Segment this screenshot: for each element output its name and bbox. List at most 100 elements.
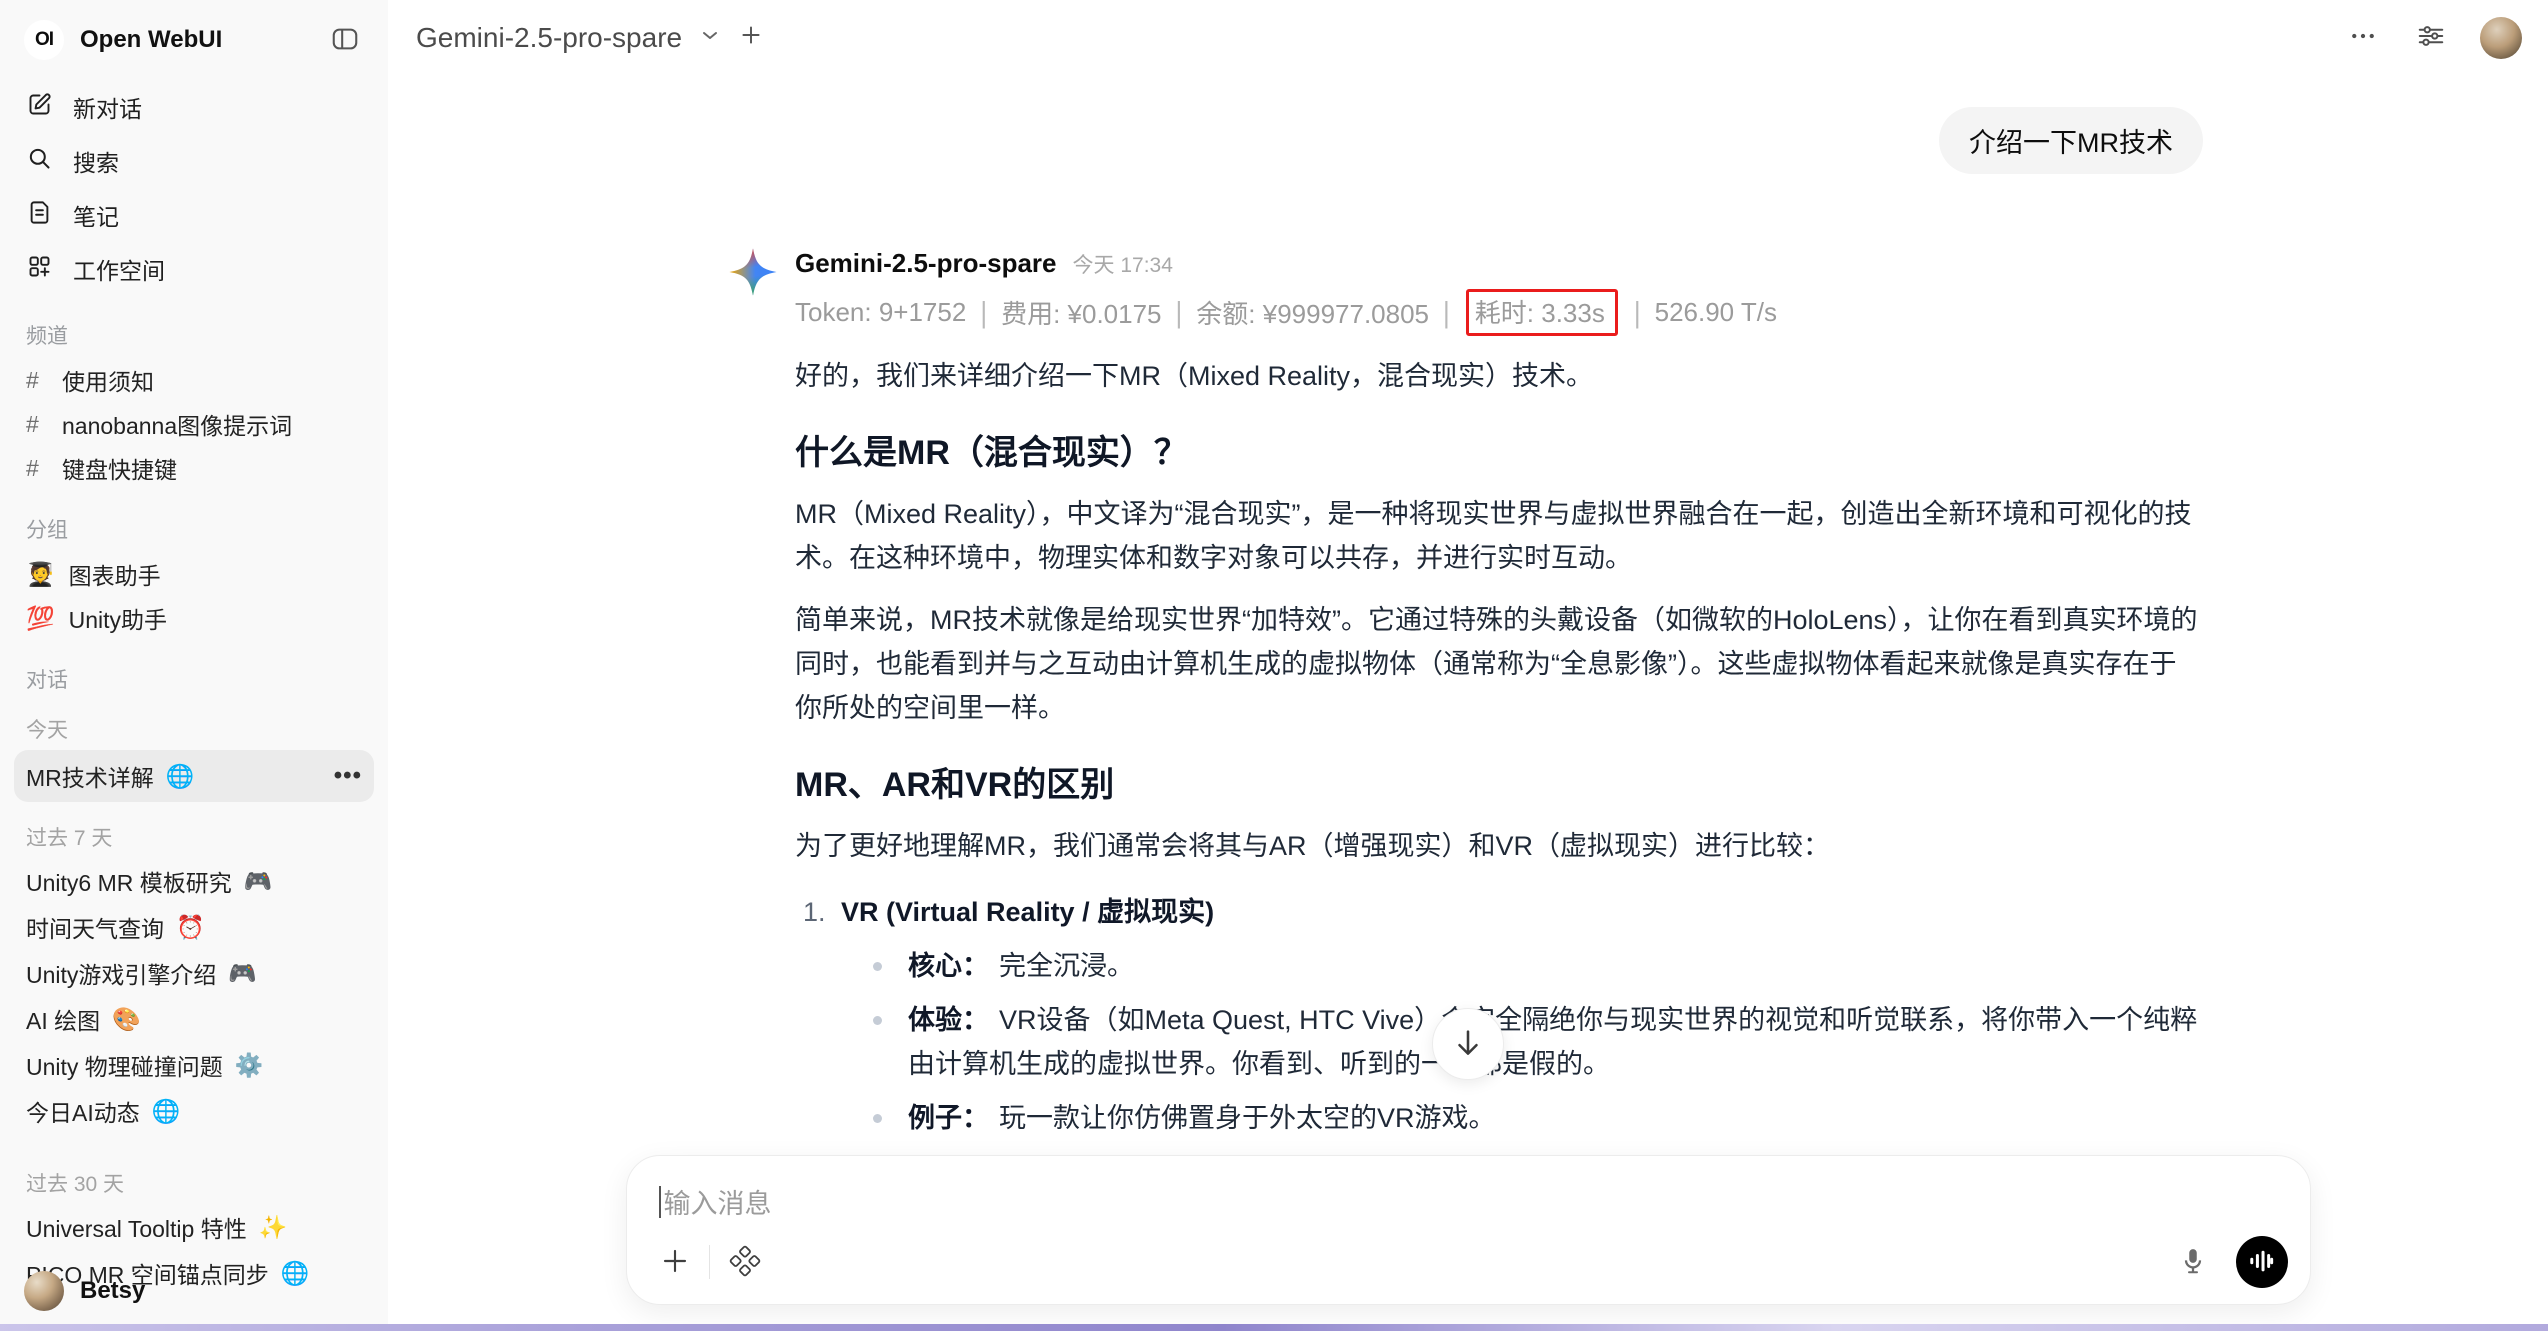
user-message-bubble: 介绍一下MR技术 [1939, 107, 2203, 174]
group-item[interactable]: 💯 Unity助手 [14, 596, 374, 640]
sidebar-item-search[interactable]: 搜索 [14, 134, 374, 188]
paragraph: 好的，我们来详细介绍一下MR（Mixed Reality，混合现实）技术。 [795, 354, 2203, 398]
sidebar-toggle-button[interactable] [326, 20, 364, 61]
channel-label: nanobanna图像提示词 [62, 407, 292, 441]
chat-title: AI 绘图 [26, 1002, 100, 1036]
sidebar-item-label: 笔记 [73, 198, 119, 232]
hash-icon: # [26, 455, 48, 482]
attach-button[interactable] [655, 1241, 695, 1284]
section-heading: MR、AR和VR的区别 [795, 764, 2203, 806]
main-header: Gemini-2.5-pro-spare [388, 0, 2548, 75]
chats-section-title: 对话 [14, 664, 374, 694]
sidebar: OI Open WebUI 新对话 [0, 0, 388, 1331]
list-number: 1. [803, 890, 841, 934]
new-chat-plus-icon[interactable] [738, 22, 764, 53]
sidebar-toggle-icon [330, 24, 360, 57]
group-label: 图表助手 [69, 557, 161, 591]
gamepad-emoji-icon: 🎮 [244, 868, 273, 895]
chat-title: 今日AI动态 [26, 1094, 140, 1128]
globe-emoji-icon: 🌐 [166, 763, 195, 790]
chat-group-label-past30: 过去 30 天 [14, 1168, 374, 1198]
channel-item[interactable]: # 使用须知 [14, 358, 374, 402]
list-item: 1. VR (Virtual Reality / 虚拟现实) 核心：完全沉浸。 [795, 890, 2203, 1140]
sidebar-item-workspace[interactable]: 工作空间 [14, 242, 374, 296]
avatar [24, 1271, 64, 1311]
chat-title: MR技术详解 [26, 759, 154, 793]
composer-area: 输入消息 [388, 1131, 2548, 1331]
avatar[interactable] [2480, 17, 2522, 59]
cost: 费用: ¥0.0175 [1001, 294, 1161, 331]
gamepad-emoji-icon: 🎮 [228, 960, 257, 987]
token-speed: 526.90 T/s [1655, 297, 1777, 328]
header-actions [2344, 17, 2522, 59]
hash-icon: # [26, 367, 48, 394]
sidebar-item-notes[interactable]: 笔记 [14, 188, 374, 242]
alarm-clock-emoji-icon: ⏰ [176, 914, 205, 941]
chat-item-menu-icon[interactable]: ••• [334, 762, 362, 790]
list-title: VR (Virtual Reality / 虚拟现实) [841, 890, 1214, 934]
chat-item-selected[interactable]: MR技术详解 🌐 ••• [14, 750, 374, 802]
channel-item[interactable]: # nanobanna图像提示词 [14, 402, 374, 446]
more-icon [2348, 21, 2378, 54]
chat-item[interactable]: Universal Tooltip 特性 ✨ [14, 1204, 374, 1250]
chat-title: Unity 物理碰撞问题 [26, 1048, 223, 1082]
group-item[interactable]: 🧑‍🎓 图表助手 [14, 552, 374, 596]
sidebar-item-label: 新对话 [73, 90, 142, 124]
controls-icon [2416, 21, 2446, 54]
bottom-accent-bar [0, 1324, 2548, 1331]
open-webui-app: OI Open WebUI 新对话 [0, 0, 2548, 1331]
input-placeholder: 输入消息 [664, 1182, 772, 1221]
chevron-down-icon [698, 23, 722, 52]
sidebar-item-new-chat[interactable]: 新对话 [14, 80, 374, 134]
assistant-header: Gemini-2.5-pro-spare 今天 17:34 [795, 248, 2203, 279]
message-input[interactable]: 输入消息 [627, 1156, 2310, 1221]
chat-item[interactable]: 时间天气查询 ⏰ [14, 904, 374, 950]
paragraph: 为了更好地理解MR，我们通常会将其与AR（增强现实）和VR（虚拟现实）进行比较： [795, 824, 2203, 868]
chat-item[interactable]: AI 绘图 🎨 [14, 996, 374, 1042]
channel-label: 键盘快捷键 [62, 451, 177, 485]
chat-controls-button[interactable] [2412, 17, 2450, 58]
composer-actions [655, 1236, 2288, 1288]
divider [709, 1245, 710, 1279]
chat-item[interactable]: Unity游戏引擎介绍 🎮 [14, 950, 374, 996]
main-area: Gemini-2.5-pro-spare [388, 0, 2548, 1331]
mic-icon [2178, 1246, 2208, 1279]
message-composer[interactable]: 输入消息 [626, 1155, 2311, 1305]
channel-label: 使用须知 [62, 363, 154, 397]
sparkles-emoji-icon: ✨ [259, 1214, 288, 1241]
chat-item[interactable]: Unity6 MR 模板研究 🎮 [14, 858, 374, 904]
hundred-emoji-icon: 💯 [26, 605, 55, 632]
bullet-item: 核心：完全沉浸。 [795, 944, 2203, 988]
assistant-model-name: Gemini-2.5-pro-spare [795, 248, 1057, 279]
dictate-button[interactable] [2174, 1242, 2212, 1283]
hash-icon: # [26, 411, 48, 438]
scroll-to-bottom-button[interactable] [1432, 1008, 1504, 1080]
model-selector[interactable]: Gemini-2.5-pro-spare [416, 22, 764, 54]
user-menu[interactable]: Betsy [14, 1263, 374, 1319]
waveform-icon [2247, 1246, 2277, 1279]
chat-item[interactable]: 今日AI动态 🌐 [14, 1088, 374, 1134]
sidebar-item-label: 搜索 [73, 144, 119, 178]
balance: 余额: ¥999977.0805 [1196, 294, 1429, 331]
text-caret [659, 1186, 661, 1218]
globe-emoji-icon: 🌐 [152, 1098, 181, 1125]
model-name: Gemini-2.5-pro-spare [416, 22, 682, 54]
note-icon [26, 199, 53, 232]
scroll-down-icon [1451, 1026, 1485, 1063]
more-options-button[interactable] [2344, 17, 2382, 58]
sidebar-header: OI Open WebUI [14, 14, 374, 66]
tools-icon [728, 1244, 762, 1281]
gemini-star-icon [729, 248, 777, 296]
paragraph: 简单来说，MR技术就像是给现实世界“加特效”。它通过特殊的头戴设备（如微软的Ho… [795, 598, 2203, 730]
user-message-row: 介绍一下MR技术 [795, 107, 2203, 174]
channel-item[interactable]: # 键盘快捷键 [14, 446, 374, 490]
sidebar-item-label: 工作空间 [73, 252, 165, 286]
plus-icon [659, 1245, 691, 1280]
voice-call-button[interactable] [2236, 1236, 2288, 1288]
bullet-dot-icon [873, 1114, 882, 1123]
tools-button[interactable] [724, 1240, 766, 1285]
channels-section-title: 频道 [14, 320, 374, 350]
chat-title: Universal Tooltip 特性 [26, 1210, 247, 1244]
chat-item[interactable]: Unity 物理碰撞问题 ⚙️ [14, 1042, 374, 1088]
chat-title: Unity游戏引擎介绍 [26, 956, 216, 990]
